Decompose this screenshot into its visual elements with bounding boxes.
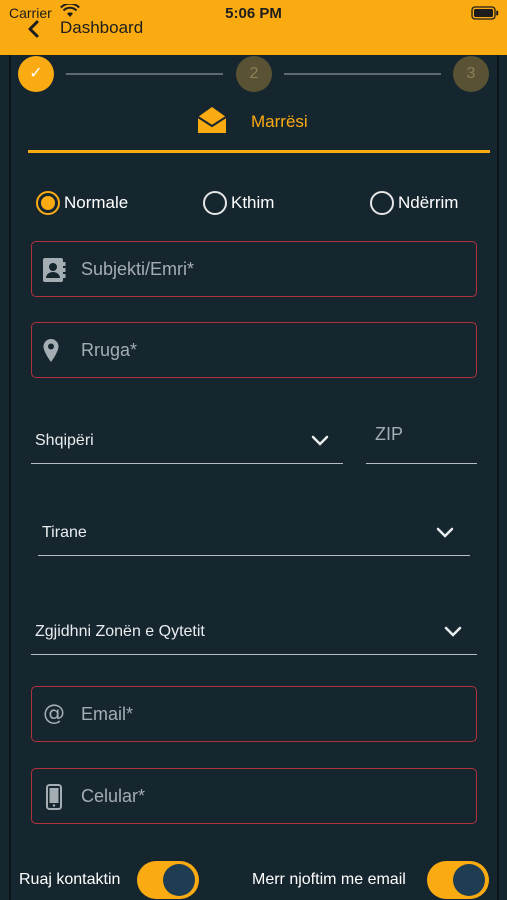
envelope-open-icon — [196, 104, 228, 141]
email-placeholder: Email* — [81, 704, 134, 724]
mobile-phone-icon — [46, 784, 62, 815]
radio-label: Ndërrim — [398, 193, 459, 212]
radio-button[interactable] — [203, 191, 227, 215]
nav-title: Dashboard — [60, 18, 144, 37]
toggle-knob — [453, 864, 485, 896]
stepper-connector — [66, 73, 223, 75]
city-value: Tirane — [42, 524, 87, 541]
contact-card-icon — [42, 257, 66, 288]
zone-select[interactable]: Zgjidhni Zonën e Qytetit — [31, 611, 477, 655]
street-field[interactable]: Rruga* — [31, 322, 477, 378]
zone-placeholder: Zgjidhni Zonën e Qytetit — [35, 623, 205, 640]
step-1-done[interactable]: ✓ — [18, 56, 54, 92]
radio-option-normale[interactable]: Normale — [36, 190, 128, 216]
radio-button[interactable] — [36, 191, 60, 215]
header-bar: Carrier 5:06 PM Dashboard — [0, 0, 507, 55]
tab-recipient-label[interactable]: Marrësi — [251, 112, 308, 132]
chevron-down-icon — [444, 625, 462, 643]
battery-icon — [471, 6, 499, 25]
radio-label: Kthim — [231, 193, 275, 212]
step-3[interactable]: 3 — [453, 56, 489, 92]
street-placeholder: Rruga* — [81, 340, 138, 360]
at-sign-icon: @ — [42, 700, 66, 731]
radio-option-kthim[interactable]: Kthim — [203, 190, 274, 216]
tab-indicator — [28, 150, 490, 153]
name-field[interactable]: Subjekti/Emri* — [31, 241, 477, 297]
zip-placeholder: ZIP — [375, 424, 404, 444]
step-2[interactable]: 2 — [236, 56, 272, 92]
progress-stepper: ✓ 2 3 — [0, 55, 507, 95]
chevron-down-icon — [436, 526, 454, 544]
email-notify-toggle[interactable] — [427, 861, 489, 899]
phone-placeholder: Celular* — [81, 786, 146, 806]
email-notify-label: Merr njoftim me email — [252, 871, 406, 888]
chevron-left-icon — [28, 20, 39, 38]
stepper-connector — [284, 73, 441, 75]
country-select[interactable]: Shqipëri — [31, 420, 343, 464]
phone-field[interactable]: Celular* — [31, 768, 477, 824]
svg-text:@: @ — [43, 701, 65, 726]
toggle-knob — [163, 864, 195, 896]
radio-button[interactable] — [370, 191, 394, 215]
name-placeholder: Subjekti/Emri* — [81, 259, 195, 279]
zip-field[interactable]: ZIP — [366, 420, 477, 464]
save-contact-toggle[interactable] — [137, 861, 199, 899]
map-pin-icon — [42, 338, 60, 369]
chevron-down-icon — [311, 434, 329, 452]
radio-label: Normale — [64, 193, 129, 212]
country-value: Shqipëri — [35, 432, 94, 449]
email-field[interactable]: @ Email* — [31, 686, 477, 742]
radio-option-nderrim[interactable]: Ndërrim — [370, 190, 458, 216]
save-contact-label: Ruaj kontaktin — [19, 871, 121, 888]
city-select[interactable]: Tirane — [38, 512, 470, 556]
back-button[interactable] — [20, 17, 50, 41]
